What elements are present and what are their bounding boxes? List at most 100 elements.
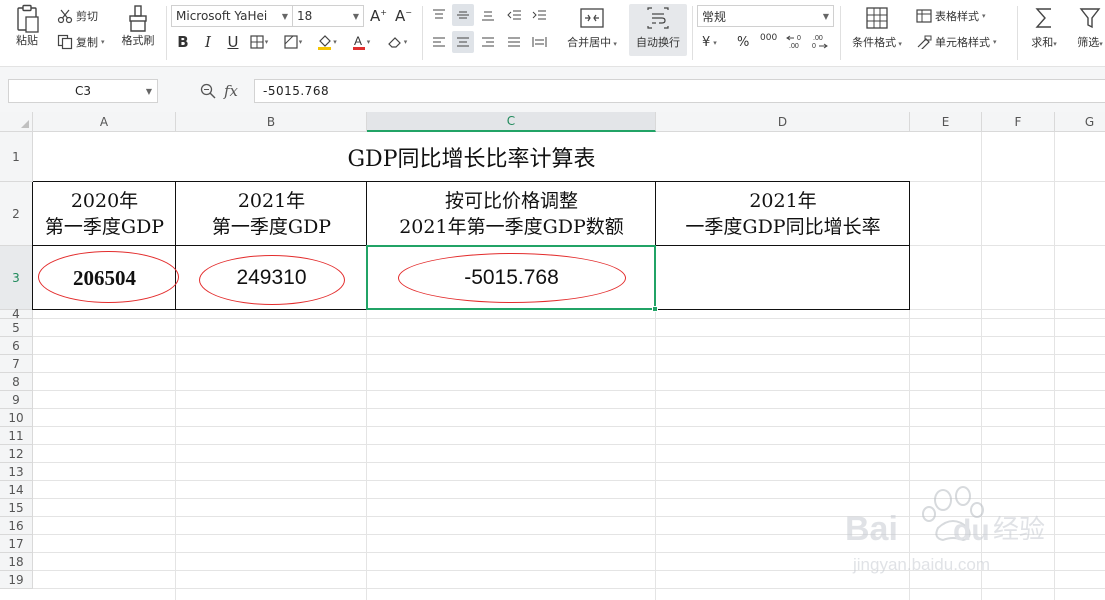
row-header-9[interactable]: 9: [0, 391, 33, 409]
align-bottom-button[interactable]: [477, 4, 499, 26]
header-cell[interactable]: 2021年 第一季度GDP: [176, 182, 367, 246]
conditional-format-button[interactable]: 条件格式 ▾: [846, 6, 908, 51]
column-header-b[interactable]: B: [176, 112, 367, 132]
align-right-icon: [482, 37, 494, 47]
bold-icon: B: [177, 33, 189, 51]
row-header-15[interactable]: 15: [0, 499, 33, 517]
row-header-4[interactable]: 4: [0, 307, 33, 321]
italic-button[interactable]: I: [197, 32, 219, 52]
gridline-horizontal: [33, 390, 1105, 391]
cut-button[interactable]: 剪切: [57, 8, 98, 24]
paste-button[interactable]: 粘贴: [8, 4, 46, 47]
row-header-3[interactable]: 3: [0, 246, 33, 310]
row-header-2[interactable]: 2: [0, 182, 33, 246]
align-right-button[interactable]: [477, 31, 499, 53]
align-left-button[interactable]: [428, 31, 450, 53]
sheet-title-cell[interactable]: GDP同比增长比率计算表: [33, 132, 910, 182]
sum-button[interactable]: 求和▾: [1026, 6, 1062, 51]
cell-style-button[interactable]: 单元格样式 ▾: [916, 34, 997, 50]
underline-button[interactable]: U: [222, 32, 244, 52]
header-cell[interactable]: 2020年 第一季度GDP: [33, 182, 176, 246]
align-top-button[interactable]: [428, 4, 450, 26]
column-header-d[interactable]: D: [656, 112, 910, 132]
row-header-6[interactable]: 6: [0, 337, 33, 355]
header-cell[interactable]: 按可比价格调整 2021年第一季度GDP数额: [367, 182, 656, 246]
formula-input[interactable]: -5015.768: [254, 79, 1105, 103]
format-painter-button[interactable]: 格式刷: [117, 4, 159, 47]
row-header-14[interactable]: 14: [0, 481, 33, 499]
header-cell[interactable]: 2021年 一季度GDP同比增长率: [656, 182, 910, 246]
svg-text:du: du: [953, 514, 990, 547]
decrease-decimal-icon: .000: [812, 35, 828, 49]
filter-button[interactable]: 筛选▾: [1070, 6, 1105, 51]
distributed-button[interactable]: [528, 31, 550, 53]
align-bottom-icon: [482, 11, 494, 21]
column-header-a[interactable]: A: [33, 112, 176, 132]
align-center-button[interactable]: [452, 31, 474, 53]
formula-tools: fx: [200, 79, 252, 103]
conditional-format-label: 条件格式: [852, 36, 897, 49]
column-header-c[interactable]: C: [367, 112, 656, 132]
select-all-corner[interactable]: [0, 112, 33, 132]
column-header-e[interactable]: E: [910, 112, 982, 132]
copy-dropdown-icon[interactable]: ▾: [101, 38, 105, 46]
value-cell[interactable]: [656, 246, 910, 310]
row-header-17[interactable]: 17: [0, 535, 33, 553]
chevron-down-icon: ▼: [145, 87, 152, 96]
column-header-f[interactable]: F: [982, 112, 1055, 132]
decrease-indent-button[interactable]: [503, 4, 525, 26]
row-header-18[interactable]: 18: [0, 553, 33, 571]
row-header-12[interactable]: 12: [0, 445, 33, 463]
font-color-button[interactable]: A: [350, 32, 372, 52]
align-middle-button[interactable]: [452, 4, 474, 26]
header-line-2: 一季度GDP同比增长率: [685, 216, 881, 238]
font-size-select[interactable]: 18 ▼: [292, 5, 364, 27]
thousands-separator-button[interactable]: 000: [760, 33, 777, 43]
name-box[interactable]: C3 ▼: [8, 79, 158, 103]
cell-fill-pattern-button[interactable]: [282, 32, 304, 52]
svg-text:A: A: [354, 34, 362, 48]
borders-button[interactable]: [248, 32, 270, 52]
currency-icon: ¥: [702, 35, 711, 50]
decrease-decimal-button[interactable]: .00 0: [810, 33, 828, 49]
row-header-10[interactable]: 10: [0, 409, 33, 427]
fill-handle[interactable]: [652, 306, 658, 312]
column-header-g[interactable]: G: [1055, 112, 1105, 132]
funnel-icon: [1079, 8, 1101, 29]
increase-indent-button[interactable]: [528, 4, 550, 26]
currency-format-button[interactable]: ¥ ▾: [702, 35, 717, 50]
percent-format-button[interactable]: %: [737, 35, 749, 50]
chevron-down-icon: ▼: [281, 12, 288, 21]
bold-button[interactable]: B: [172, 32, 194, 52]
zoom-icon[interactable]: [200, 83, 216, 99]
fx-icon[interactable]: fx: [224, 82, 238, 100]
copy-button[interactable]: 复制 ▾: [57, 34, 105, 50]
format-painter-label: 格式刷: [121, 34, 155, 47]
clear-format-button[interactable]: [386, 32, 408, 52]
pattern-icon: [284, 35, 298, 49]
formula-bar: C3 ▼ fx -5015.768: [0, 66, 1105, 112]
grow-font-button[interactable]: A+: [370, 7, 387, 25]
increase-decimal-button[interactable]: .00 0: [786, 33, 804, 49]
font-name-select[interactable]: Microsoft YaHei ▼: [171, 5, 293, 27]
row-header-13[interactable]: 13: [0, 463, 33, 481]
justify-button[interactable]: [503, 31, 525, 53]
row-header-16[interactable]: 16: [0, 517, 33, 535]
wrap-text-button[interactable]: 自动换行: [629, 6, 687, 49]
row-header-5[interactable]: 5: [0, 319, 33, 337]
wrap-text-icon: [647, 7, 669, 29]
number-format-select[interactable]: 常规 ▼: [697, 5, 834, 27]
row-header-19[interactable]: 19: [0, 571, 33, 589]
row-header-11[interactable]: 11: [0, 427, 33, 445]
ribbon-divider: [840, 6, 841, 60]
row-header-1[interactable]: 1: [0, 132, 33, 182]
table-style-button[interactable]: 表格样式 ▾: [916, 8, 986, 24]
row-header-8[interactable]: 8: [0, 373, 33, 391]
fill-color-button[interactable]: [316, 32, 338, 52]
table-border: [175, 182, 176, 310]
indent-icon: [532, 10, 546, 20]
row-header-7[interactable]: 7: [0, 355, 33, 373]
merge-center-button[interactable]: 合并居中 ▾: [561, 6, 623, 51]
outdent-icon: [506, 10, 521, 20]
shrink-font-button[interactable]: A−: [395, 7, 412, 25]
